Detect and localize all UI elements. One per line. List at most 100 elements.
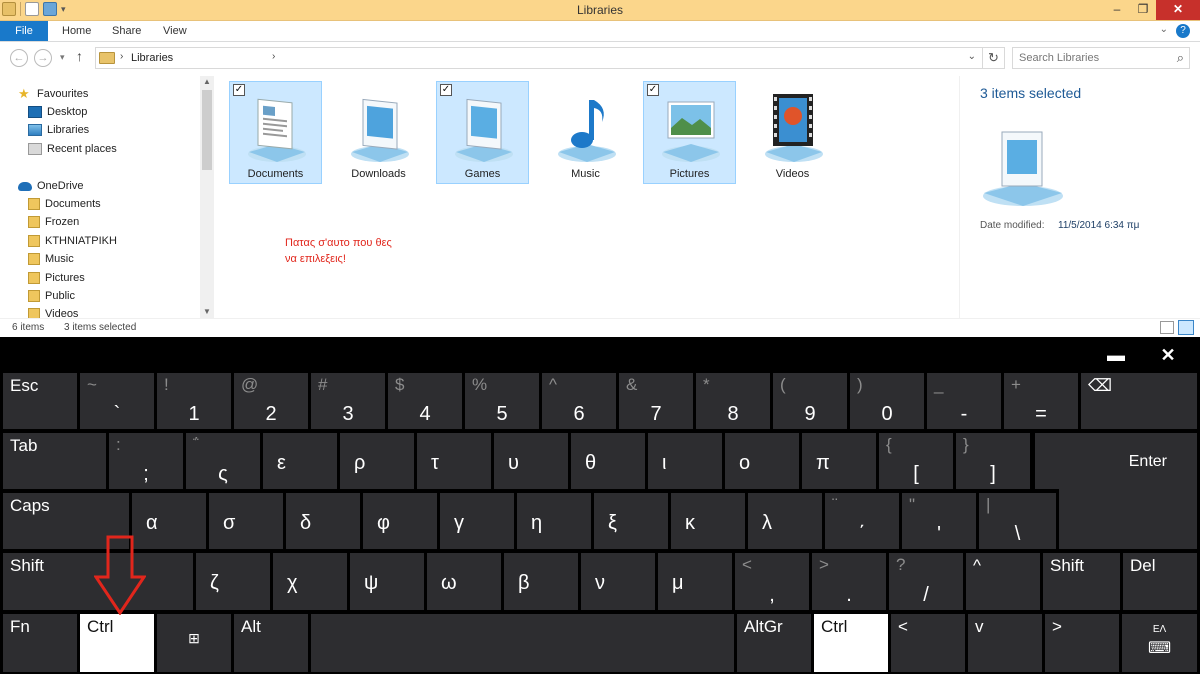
key-rho[interactable]: ρ	[340, 433, 414, 489]
nav-onedrive-documents[interactable]: Documents	[28, 195, 101, 213]
key-backslash[interactable]: | \	[979, 493, 1056, 549]
tab-view[interactable]: View	[163, 21, 187, 41]
nav-libraries[interactable]: Libraries	[28, 121, 89, 139]
scroll-thumb[interactable]	[202, 90, 212, 170]
key-enter-lower[interactable]	[1059, 489, 1197, 549]
nav-scrollbar[interactable]: ▲ ▼	[200, 76, 214, 318]
key-period[interactable]: >.	[812, 553, 886, 610]
key-arrow-up[interactable]: ^	[966, 553, 1040, 610]
tab-home[interactable]: Home	[62, 21, 91, 41]
key-6[interactable]: ^ 6	[542, 373, 616, 429]
nav-onedrive[interactable]: OneDrive	[18, 177, 83, 195]
key-ctrl-left[interactable]: Ctrl	[80, 614, 154, 672]
key-pi[interactable]: π	[802, 433, 876, 489]
key-fn[interactable]: Fn	[3, 614, 77, 672]
key-enter[interactable]: Enter	[1035, 433, 1197, 489]
key-arrow-down[interactable]: v	[968, 614, 1042, 672]
details-view-icon[interactable]	[1160, 321, 1174, 334]
nav-onedrive-music[interactable]: Music	[28, 250, 74, 268]
refresh-icon[interactable]: ↻	[982, 48, 1004, 68]
key-shift-right[interactable]: Shift	[1043, 553, 1120, 610]
key-space[interactable]	[311, 614, 734, 672]
nav-onedrive-pictures[interactable]: Pictures	[28, 269, 85, 287]
address-bar[interactable]: › Libraries › ⌄ ↻	[95, 47, 1005, 69]
chevron-right-icon[interactable]: ›	[272, 51, 275, 62]
key-semicolon[interactable]: :;	[109, 433, 183, 489]
key-iota[interactable]: ι	[648, 433, 722, 489]
key-2[interactable]: @2	[234, 373, 308, 429]
key-delete[interactable]: Del	[1123, 553, 1197, 610]
search-input[interactable]: Search Libraries ⌕	[1012, 47, 1190, 69]
scroll-down-icon[interactable]: ▼	[200, 306, 214, 318]
key-theta[interactable]: θ	[571, 433, 645, 489]
key-chi[interactable]: χ	[273, 553, 347, 610]
checkbox[interactable]: ✓	[233, 84, 245, 96]
key-phi[interactable]: φ	[363, 493, 437, 549]
library-tile-documents[interactable]: ✓ Documents	[229, 81, 322, 184]
key-3[interactable]: #3	[311, 373, 385, 429]
key-quote[interactable]: " '	[902, 493, 976, 549]
key-omicron[interactable]: ο	[725, 433, 799, 489]
chevron-down-icon[interactable]: ⌄	[968, 51, 976, 62]
large-icons-view-icon[interactable]	[1178, 320, 1194, 335]
key-omega[interactable]: ω	[427, 553, 501, 610]
key-final-sigma[interactable]: ΅ ς	[186, 433, 260, 489]
key-psi[interactable]: ψ	[350, 553, 424, 610]
key-right-bracket[interactable]: }]	[956, 433, 1030, 489]
library-tile-pictures[interactable]: ✓ Pictures	[643, 81, 736, 184]
library-tile-downloads[interactable]: Downloads	[332, 81, 425, 184]
key-arrow-left[interactable]: <	[891, 614, 965, 672]
tab-share[interactable]: Share	[112, 21, 141, 41]
nav-desktop[interactable]: Desktop	[28, 103, 87, 121]
keyboard-close-button[interactable]: ✕	[1156, 345, 1180, 365]
key-8[interactable]: * 8	[696, 373, 770, 429]
key-epsilon[interactable]: ε	[263, 433, 337, 489]
help-icon[interactable]: ?	[1176, 24, 1190, 38]
key-windows[interactable]: ⊞	[157, 614, 231, 672]
key-ctrl-right[interactable]: Ctrl	[814, 614, 888, 672]
forward-button[interactable]: →	[34, 49, 52, 67]
scroll-up-icon[interactable]: ▲	[200, 76, 214, 88]
key-kappa[interactable]: κ	[671, 493, 745, 549]
key-eta[interactable]: η	[517, 493, 591, 549]
key-alt[interactable]: Alt	[234, 614, 308, 672]
nav-onedrive-ktiniatriki[interactable]: ΚΤΗΝΙΑΤΡΙΚΗ	[28, 232, 117, 250]
key-arrow-right[interactable]: >	[1045, 614, 1119, 672]
nav-onedrive-public[interactable]: Public	[28, 287, 75, 305]
key-delta[interactable]: δ	[286, 493, 360, 549]
key-mu[interactable]: μ	[658, 553, 732, 610]
checkbox[interactable]: ✓	[440, 84, 452, 96]
key-7[interactable]: & 7	[619, 373, 693, 429]
checkbox[interactable]: ✓	[647, 84, 659, 96]
chevron-right-icon[interactable]: ›	[120, 51, 123, 62]
back-button[interactable]: ←	[10, 49, 28, 67]
key-sigma[interactable]: σ	[209, 493, 283, 549]
maximize-button[interactable]: ❐	[1130, 0, 1156, 20]
nav-favourites[interactable]: ★ Favourites	[18, 85, 88, 103]
key-language[interactable]: ΕΛ ⌨	[1122, 614, 1197, 672]
library-tile-videos[interactable]: Videos	[746, 81, 839, 184]
key-tab[interactable]: Tab	[3, 433, 106, 489]
key-lambda[interactable]: λ	[748, 493, 822, 549]
key-beta[interactable]: β	[504, 553, 578, 610]
key-equals[interactable]: + =	[1004, 373, 1078, 429]
close-button[interactable]: ✕	[1156, 0, 1200, 20]
key-5[interactable]: % 5	[465, 373, 539, 429]
key-9[interactable]: (9	[773, 373, 847, 429]
key-xi[interactable]: ξ	[594, 493, 668, 549]
key-backtick[interactable]: ~ `	[80, 373, 154, 429]
key-left-bracket[interactable]: {[	[879, 433, 953, 489]
key-backspace[interactable]: ⌫	[1081, 373, 1197, 429]
key-altgr[interactable]: AltGr	[737, 614, 811, 672]
key-1[interactable]: ! 1	[157, 373, 231, 429]
key-comma[interactable]: <,	[735, 553, 809, 610]
key-4[interactable]: $4	[388, 373, 462, 429]
nav-onedrive-frozen[interactable]: Frozen	[28, 213, 79, 231]
breadcrumb[interactable]: Libraries	[131, 52, 173, 64]
key-nu[interactable]: ν	[581, 553, 655, 610]
expand-ribbon-icon[interactable]: ⌄	[1160, 24, 1168, 35]
key-gamma[interactable]: γ	[440, 493, 514, 549]
key-slash[interactable]: ? /	[889, 553, 963, 610]
library-tile-games[interactable]: ✓ Games	[436, 81, 529, 184]
key-minus[interactable]: _ -	[927, 373, 1001, 429]
